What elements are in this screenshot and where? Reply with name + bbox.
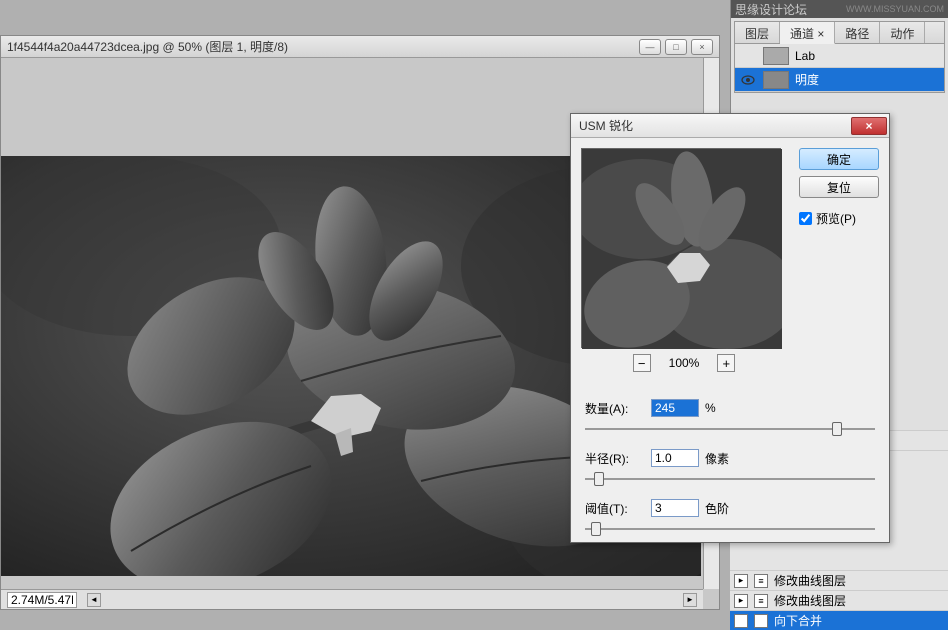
zoom-controls: − 100% + (581, 354, 787, 372)
tab-channels[interactable]: 通道 × (780, 22, 835, 44)
maximize-button[interactable]: □ (665, 39, 687, 55)
window-buttons: — □ × (639, 39, 713, 55)
history-label: 修改曲线图层 (774, 572, 846, 589)
scroll-right-button[interactable]: ► (683, 593, 697, 607)
channel-row-lab[interactable]: Lab (735, 44, 944, 68)
reset-button[interactable]: 复位 (799, 176, 879, 198)
forum-watermark: 思缘设计论坛 WWW.MISSYUAN.COM (731, 0, 948, 18)
forum-name: 思缘设计论坛 (735, 1, 807, 18)
history-item[interactable]: ▸ ≡ 修改曲线图层 (730, 570, 948, 590)
history-label: 修改曲线图层 (774, 592, 846, 609)
dialog-title-text: USM 锐化 (579, 117, 851, 134)
history-item[interactable]: ▸ ≡ 修改曲线图层 (730, 590, 948, 610)
amount-label: 数量(A): (585, 400, 645, 417)
expand-icon[interactable]: ▸ (734, 614, 748, 628)
channel-thumbnail (763, 47, 789, 65)
history-label: 向下合并 (774, 612, 822, 629)
threshold-label: 阈值(T): (585, 500, 645, 517)
preview-checkbox-row[interactable]: 预览(P) (799, 210, 879, 227)
forum-url: WWW.MISSYUAN.COM (846, 4, 944, 14)
radius-unit: 像素 (705, 450, 729, 467)
channel-label: 明度 (795, 71, 819, 88)
eye-icon[interactable] (739, 71, 757, 89)
expand-icon[interactable]: ▸ (734, 594, 748, 608)
amount-row: 数量(A): % (585, 396, 875, 420)
panel-tabs: 图层 通道 × 路径 动作 (735, 22, 944, 44)
threshold-slider[interactable] (585, 522, 875, 536)
visibility-toggle[interactable] (739, 47, 757, 65)
threshold-unit: 色阶 (705, 500, 729, 517)
radius-slider[interactable] (585, 472, 875, 486)
tab-actions[interactable]: 动作 (880, 22, 925, 43)
radius-input[interactable] (651, 449, 699, 467)
preview-checkbox[interactable] (799, 212, 812, 225)
tab-paths[interactable]: 路径 (835, 22, 880, 43)
zoom-in-button[interactable]: + (717, 354, 735, 372)
doc-icon: ≡ (754, 614, 768, 628)
doc-icon: ≡ (754, 574, 768, 588)
channels-panel: 图层 通道 × 路径 动作 Lab 明度 (734, 21, 945, 93)
channel-thumbnail (763, 71, 789, 89)
channel-row-lightness[interactable]: 明度 (735, 68, 944, 92)
document-titlebar[interactable]: 1f4544f4a20a44723dcea.jpg @ 50% (图层 1, 明… (1, 36, 719, 58)
zoom-percent: 100% (669, 356, 700, 370)
history-item-selected[interactable]: ▸ ≡ 向下合并 (730, 610, 948, 630)
radius-row: 半径(R): 像素 (585, 446, 875, 470)
minimize-button[interactable]: — (639, 39, 661, 55)
channel-label: Lab (795, 49, 815, 63)
threshold-row: 阈值(T): 色阶 (585, 496, 875, 520)
zoom-out-button[interactable]: − (633, 354, 651, 372)
radius-label: 半径(R): (585, 450, 645, 467)
usm-sharpen-dialog: USM 锐化 × − 100% + (570, 113, 890, 543)
threshold-input[interactable] (651, 499, 699, 517)
scroll-left-button[interactable]: ◄ (87, 593, 101, 607)
close-doc-button[interactable]: × (691, 39, 713, 55)
doc-icon: ≡ (754, 594, 768, 608)
dialog-titlebar[interactable]: USM 锐化 × (571, 114, 889, 138)
status-bar: ◄ ► (1, 589, 703, 609)
dialog-close-button[interactable]: × (851, 117, 887, 135)
expand-icon[interactable]: ▸ (734, 574, 748, 588)
preview-checkbox-label: 预览(P) (816, 210, 856, 227)
zoom-info-field[interactable] (7, 592, 77, 608)
tab-layers[interactable]: 图层 (735, 22, 780, 43)
document-title-text: 1f4544f4a20a44723dcea.jpg @ 50% (图层 1, 明… (7, 38, 639, 55)
amount-unit: % (705, 401, 716, 415)
amount-slider[interactable] (585, 422, 875, 436)
ok-button[interactable]: 确定 (799, 148, 879, 170)
amount-input[interactable] (651, 399, 699, 417)
preview-image[interactable] (581, 148, 781, 348)
